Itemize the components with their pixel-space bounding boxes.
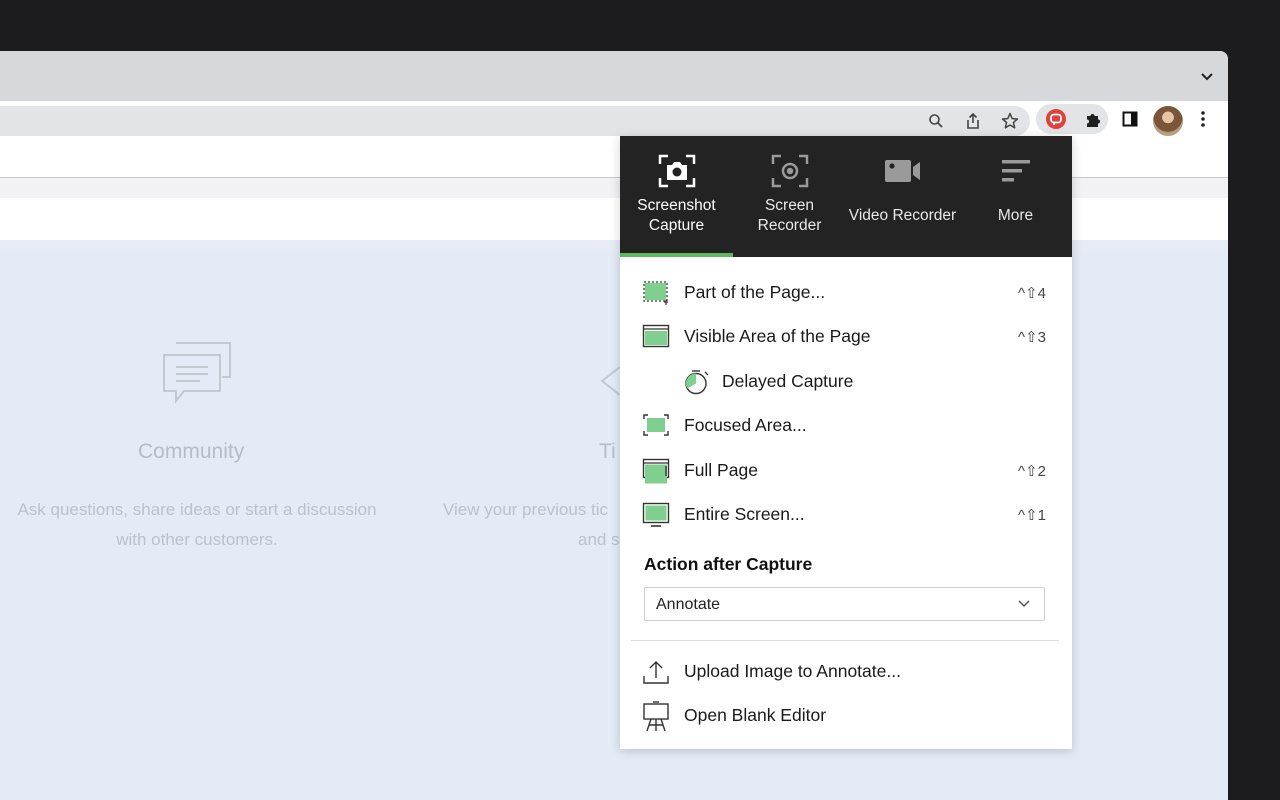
card-desc-line: View your previous tic <box>443 500 609 519</box>
share-icon[interactable] <box>961 109 985 133</box>
capture-popup: Screenshot Capture Screen Recorder Video… <box>620 136 1072 749</box>
monitor-icon <box>642 502 670 527</box>
address-bar[interactable] <box>0 106 1030 136</box>
upload-icon <box>643 661 669 684</box>
video-camera-icon <box>884 160 920 182</box>
menu-item-part-of-page[interactable]: Part of the Page... ^⇧4 <box>620 273 1072 313</box>
profile-avatar[interactable] <box>1153 106 1183 136</box>
action-select-value: Annotate <box>656 596 721 613</box>
tab-strip <box>0 51 1228 101</box>
screen-record-icon <box>771 154 808 188</box>
menu-item-label: Part of the Page... <box>684 282 826 302</box>
tab-more[interactable]: More <box>959 136 1072 257</box>
chevron-down-icon <box>1018 600 1030 608</box>
menu-item-entire-screen[interactable]: Entire Screen... ^⇧1 <box>620 495 1072 535</box>
menu-item-focused-area[interactable]: Focused Area... <box>620 406 1072 446</box>
menu-item-label: Full Page <box>684 460 758 480</box>
menu-item-upload-image[interactable]: Upload Image to Annotate... <box>620 652 1072 692</box>
tab-screenshot-capture[interactable]: Screenshot Capture <box>620 136 733 257</box>
menu-item-label: Upload Image to Annotate... <box>684 661 901 681</box>
tab-label: Screenshot Capture <box>637 197 716 234</box>
card-desc-community: Ask questions, share ideas or start a di… <box>0 495 394 555</box>
chevron-down-icon[interactable] <box>1200 69 1214 83</box>
tab-label: Video Recorder <box>848 207 957 224</box>
card-desc-line: and s <box>578 530 620 549</box>
menu-item-label: Visible Area of the Page <box>684 326 871 346</box>
tab-label: More <box>997 207 1034 224</box>
camera-icon <box>658 154 695 188</box>
menu-item-open-blank-editor[interactable]: Open Blank Editor <box>620 696 1072 736</box>
menu-item-label: Open Blank Editor <box>684 705 827 725</box>
menu-item-label: Delayed Capture <box>722 371 854 391</box>
puzzle-icon[interactable] <box>1081 107 1105 131</box>
action-select[interactable]: Annotate <box>644 587 1045 621</box>
zoom-icon[interactable] <box>924 109 948 133</box>
divider <box>631 640 1059 641</box>
menu-item-label: Entire Screen... <box>684 504 805 524</box>
selection-area-icon <box>643 281 668 305</box>
browser-toolbar <box>0 101 1228 136</box>
card-title-tickets[interactable]: Ti <box>599 440 616 464</box>
card-desc-line: Ask questions, share ideas or start a di… <box>17 500 377 519</box>
menu-item-delayed-capture[interactable]: Delayed Capture <box>620 362 1072 402</box>
menu-item-visible-area[interactable]: Visible Area of the Page ^⇧3 <box>620 317 1072 357</box>
action-after-capture-title: Action after Capture <box>644 554 813 574</box>
tab-label: Screen Recorder <box>757 197 822 234</box>
menu-item-label: Focused Area... <box>684 415 807 435</box>
menu-lines-icon <box>1001 160 1030 182</box>
extensions-pill <box>1036 104 1108 134</box>
timer-icon <box>685 370 709 395</box>
chat-bubbles-icon <box>163 342 231 404</box>
tab-screen-recorder[interactable]: Screen Recorder <box>733 136 846 257</box>
ticket-icon <box>600 366 621 396</box>
menu-item-shortcut: ^⇧2 <box>1018 463 1046 480</box>
focused-area-icon <box>643 414 669 436</box>
easel-icon <box>643 701 669 732</box>
menu-item-shortcut: ^⇧4 <box>1018 285 1046 302</box>
visible-area-icon <box>642 324 670 348</box>
kebab-menu-icon[interactable] <box>1191 107 1215 131</box>
screenshot-extension-icon[interactable] <box>1044 107 1068 131</box>
popup-tab-bar: Screenshot Capture Screen Recorder Video… <box>620 136 1072 257</box>
card-title-community[interactable]: Community <box>138 440 244 464</box>
bookmark-star-icon[interactable] <box>998 109 1022 133</box>
tab-video-recorder[interactable]: Video Recorder <box>846 136 959 257</box>
menu-item-full-page[interactable]: Full Page ^⇧2 <box>620 451 1072 491</box>
card-desc-line: with other customers. <box>116 530 278 549</box>
card-desc-tickets: View your previous tic and s <box>443 495 623 555</box>
menu-item-shortcut: ^⇧1 <box>1018 507 1046 524</box>
full-page-icon <box>642 458 670 484</box>
menu-item-shortcut: ^⇧3 <box>1018 329 1046 346</box>
side-panel-icon[interactable] <box>1118 107 1142 131</box>
